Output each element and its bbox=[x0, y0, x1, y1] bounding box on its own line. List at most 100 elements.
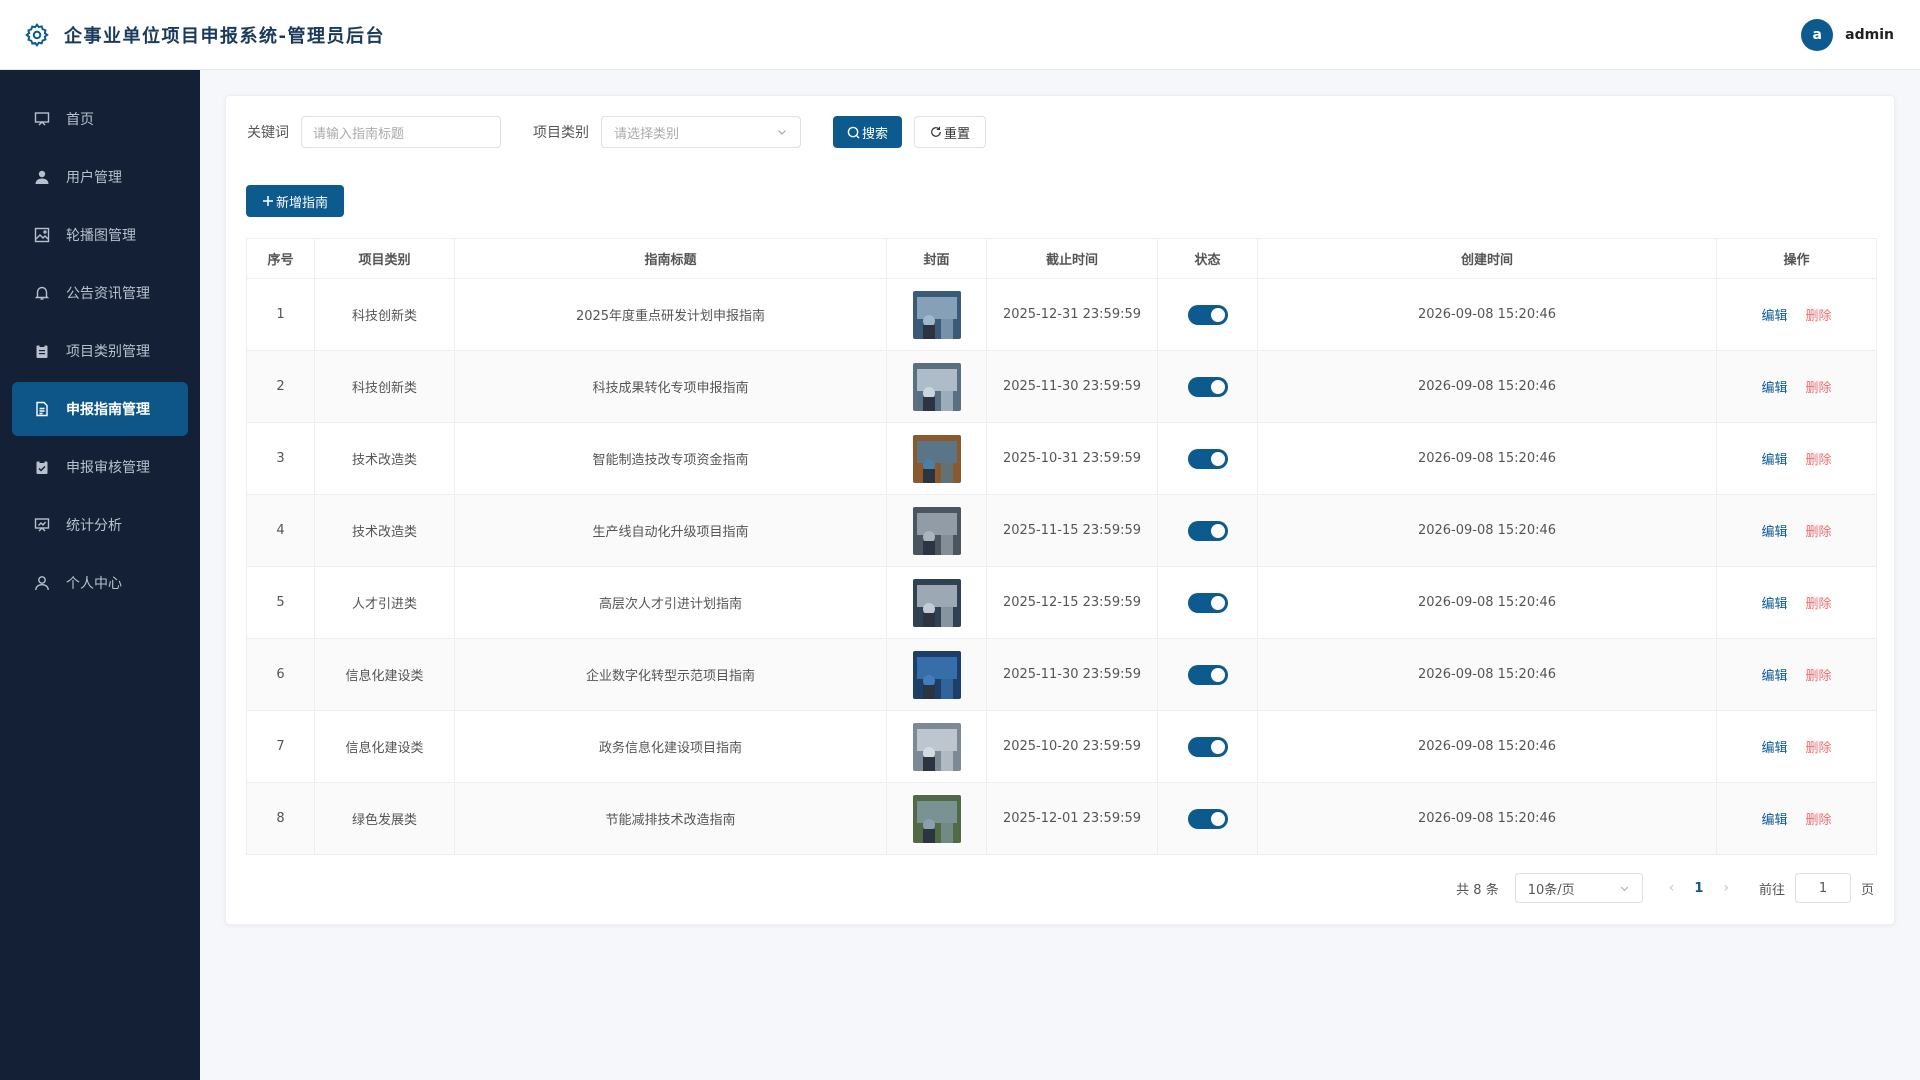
sidebar-item-label: 个人中心 bbox=[66, 576, 122, 592]
keyword-label: 关键词 bbox=[247, 125, 289, 141]
status-toggle[interactable] bbox=[1187, 664, 1228, 685]
row-status bbox=[1157, 710, 1258, 783]
row-actions: 编辑 删除 bbox=[1716, 494, 1877, 567]
status-toggle[interactable] bbox=[1187, 808, 1228, 829]
row-deadline: 2025-11-15 23:59:59 bbox=[986, 494, 1158, 567]
delete-button[interactable]: 删除 bbox=[1806, 309, 1832, 324]
sidebar-item-review[interactable]: 申报审核管理 bbox=[12, 440, 188, 494]
keyword-input[interactable]: 请输入指南标题 bbox=[301, 116, 501, 148]
sidebar-item-profile[interactable]: 个人中心 bbox=[12, 556, 188, 610]
sidebar-item-carousel[interactable]: 轮播图管理 bbox=[12, 208, 188, 262]
delete-button[interactable]: 删除 bbox=[1806, 669, 1832, 684]
sidebar-item-statistics[interactable]: 统计分析 bbox=[12, 498, 188, 552]
delete-button[interactable]: 删除 bbox=[1806, 741, 1832, 756]
row-category: 绿色发展类 bbox=[314, 782, 455, 855]
sidebar-item-label: 用户管理 bbox=[66, 170, 122, 186]
status-toggle[interactable] bbox=[1187, 520, 1228, 541]
table-row: 3 技术改造类 智能制造技改专项资金指南 2025-10-31 23:59:59 202… bbox=[246, 422, 1877, 495]
sidebar-item-guides[interactable]: 申报指南管理 bbox=[12, 382, 188, 436]
row-category: 人才引进类 bbox=[314, 566, 455, 639]
column-header: 项目类别 bbox=[314, 238, 455, 279]
edit-button[interactable]: 编辑 bbox=[1761, 453, 1787, 468]
filter-bar: 关键词 请输入指南标题 项目类别 请选择类别 搜索 重置 bbox=[247, 116, 987, 148]
sidebar-item-label: 项目类别管理 bbox=[66, 344, 150, 360]
prev-page-button[interactable]: ‹ bbox=[1669, 880, 1675, 896]
row-title: 高层次人才引进计划指南 bbox=[454, 566, 887, 639]
row-cover bbox=[886, 350, 987, 423]
row-title: 生产线自动化升级项目指南 bbox=[454, 494, 887, 567]
row-status bbox=[1157, 422, 1258, 495]
edit-button[interactable]: 编辑 bbox=[1761, 669, 1787, 684]
table-header-row: 序号 项目类别 指南标题 封面 截止时间 状态 创建时间 操作 bbox=[246, 238, 1877, 279]
row-deadline: 2025-12-15 23:59:59 bbox=[986, 566, 1158, 639]
document-icon bbox=[36, 401, 48, 417]
row-number: 3 bbox=[246, 422, 315, 495]
sidebar-item-home[interactable]: 首页 bbox=[12, 92, 188, 146]
sidebar-item-users[interactable]: 用户管理 bbox=[12, 150, 188, 204]
row-deadline: 2025-12-01 23:59:59 bbox=[986, 782, 1158, 855]
add-guide-button[interactable]: 新增指南 bbox=[246, 185, 345, 217]
category-select-placeholder: 请选择类别 bbox=[614, 126, 680, 142]
current-page[interactable]: 1 bbox=[1694, 881, 1703, 896]
status-toggle[interactable] bbox=[1187, 448, 1228, 469]
top-header: 企事业单位项目申报系统-管理员后台 a admin bbox=[0, 0, 1920, 70]
sidebar-item-label: 公告资讯管理 bbox=[66, 286, 150, 302]
edit-button[interactable]: 编辑 bbox=[1761, 597, 1787, 612]
column-header: 创建时间 bbox=[1257, 238, 1717, 279]
edit-button[interactable]: 编辑 bbox=[1761, 813, 1787, 828]
row-title: 节能减排技术改造指南 bbox=[454, 782, 887, 855]
category-select[interactable]: 请选择类别 bbox=[601, 116, 801, 148]
username[interactable]: admin bbox=[1845, 27, 1894, 43]
row-category: 技术改造类 bbox=[314, 422, 455, 495]
sidebar-item-label: 统计分析 bbox=[66, 518, 122, 534]
table-row: 6 信息化建设类 企业数字化转型示范项目指南 2025-11-30 23:59:59 2… bbox=[246, 638, 1877, 711]
status-toggle[interactable] bbox=[1187, 736, 1228, 757]
search-button[interactable]: 搜索 bbox=[833, 116, 903, 148]
delete-button[interactable]: 删除 bbox=[1806, 525, 1832, 540]
bell-icon bbox=[34, 286, 50, 300]
row-title: 政务信息化建设项目指南 bbox=[454, 710, 887, 783]
delete-button[interactable]: 删除 bbox=[1806, 597, 1832, 612]
row-category: 技术改造类 bbox=[314, 494, 455, 567]
row-actions: 编辑 删除 bbox=[1716, 710, 1877, 783]
edit-button[interactable]: 编辑 bbox=[1761, 381, 1787, 396]
row-number: 5 bbox=[246, 566, 315, 639]
sidebar: 首页 用户管理 轮播图管理 公告资讯管理 项目类别管理 申报指南管理 申报审核管… bbox=[0, 70, 200, 1080]
next-page-button[interactable]: › bbox=[1723, 880, 1729, 896]
edit-button[interactable]: 编辑 bbox=[1761, 741, 1787, 756]
edit-button[interactable]: 编辑 bbox=[1761, 525, 1787, 540]
row-cover bbox=[886, 638, 987, 711]
goto-label: 前往 bbox=[1758, 882, 1785, 898]
sidebar-item-announcements[interactable]: 公告资讯管理 bbox=[12, 266, 188, 320]
goto-page-input[interactable]: 1 bbox=[1794, 873, 1851, 903]
row-deadline: 2025-12-31 23:59:59 bbox=[986, 278, 1158, 351]
guides-table: 序号 项目类别 指南标题 封面 截止时间 状态 创建时间 操作 1 科技创新类 20… bbox=[246, 238, 1877, 855]
status-toggle[interactable] bbox=[1187, 592, 1228, 613]
cover-thumbnail bbox=[912, 722, 961, 771]
status-toggle[interactable] bbox=[1187, 376, 1228, 397]
cover-thumbnail bbox=[912, 650, 961, 699]
row-actions: 编辑 删除 bbox=[1716, 350, 1877, 423]
row-category: 信息化建设类 bbox=[314, 638, 455, 711]
edit-button[interactable]: 编辑 bbox=[1761, 309, 1787, 324]
delete-button[interactable]: 删除 bbox=[1806, 381, 1832, 396]
category-label: 项目类别 bbox=[533, 125, 589, 141]
delete-button[interactable]: 删除 bbox=[1806, 813, 1832, 828]
row-cover bbox=[886, 566, 987, 639]
pagination: 共 8 条 10条/页 ‹ 1 › 前往 1 页 bbox=[1456, 873, 1874, 903]
add-guide-button-label: 新增指南 bbox=[276, 195, 329, 211]
status-toggle[interactable] bbox=[1187, 304, 1228, 325]
avatar[interactable]: a bbox=[1801, 18, 1834, 51]
sidebar-item-categories[interactable]: 项目类别管理 bbox=[12, 324, 188, 378]
user-menu[interactable]: a admin bbox=[1801, 18, 1894, 51]
cover-thumbnail bbox=[912, 578, 961, 627]
row-title: 2025年度重点研发计划申报指南 bbox=[454, 278, 887, 351]
column-header: 截止时间 bbox=[986, 238, 1158, 279]
delete-button[interactable]: 删除 bbox=[1806, 453, 1832, 468]
page-size-select[interactable]: 10条/页 bbox=[1514, 873, 1643, 903]
row-actions: 编辑 删除 bbox=[1716, 566, 1877, 639]
row-status bbox=[1157, 638, 1258, 711]
clipboard-icon bbox=[36, 344, 48, 358]
reset-button[interactable]: 重置 bbox=[914, 116, 987, 148]
sidebar-item-label: 首页 bbox=[66, 112, 94, 128]
